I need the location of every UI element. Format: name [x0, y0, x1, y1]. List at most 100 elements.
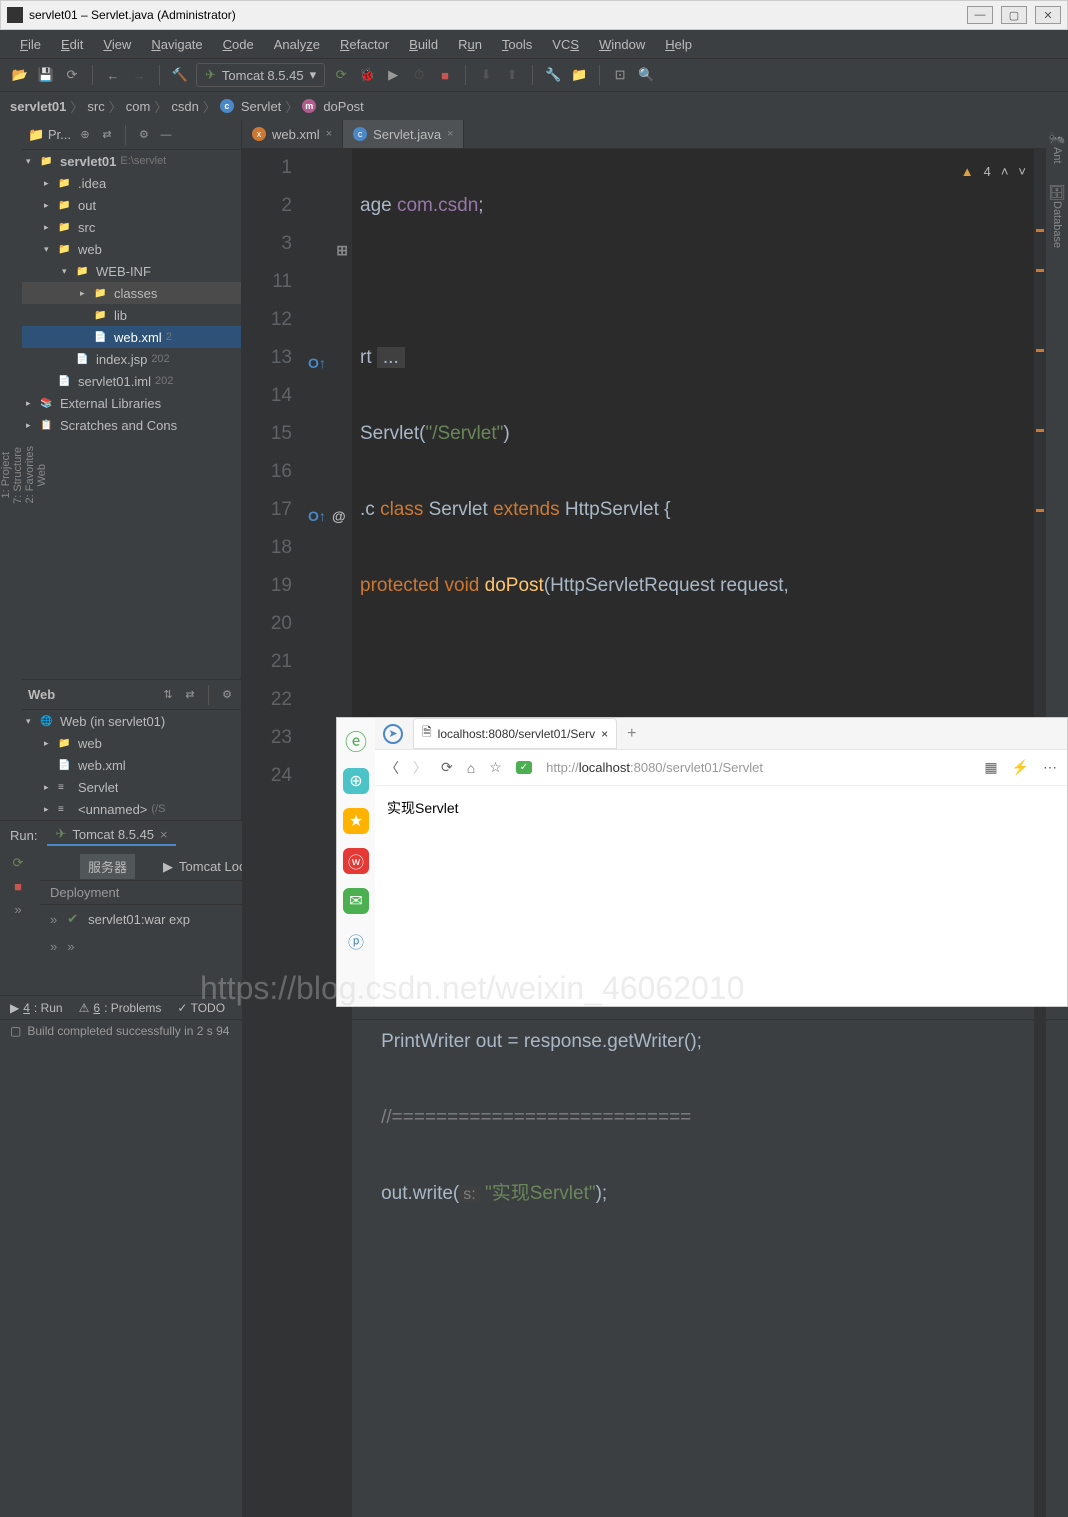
rail-project[interactable]: 1: Project	[0, 452, 12, 498]
rerun-icon[interactable]: ⟳	[13, 855, 24, 871]
chevron-down-icon[interactable]: ˅	[1018, 153, 1026, 191]
open-icon[interactable]: 📂	[10, 65, 30, 85]
editor-inspection[interactable]: ▲ 4 ˄ ˅	[961, 153, 1026, 191]
rail-ant[interactable]: Ant	[1051, 147, 1063, 164]
sync-icon[interactable]: ⟳	[62, 65, 82, 85]
expand-icon[interactable]: ⇄	[99, 127, 115, 143]
gear2-icon[interactable]: ⚙	[219, 687, 235, 703]
settings-icon[interactable]: 📁	[569, 65, 589, 85]
fold-expand-icon[interactable]: ⊞	[336, 231, 348, 269]
run-tab-server[interactable]: 服务器	[80, 854, 135, 879]
menu-refactor[interactable]: Refactor	[332, 34, 397, 55]
sidebar-app1-icon[interactable]: ⊕	[343, 768, 369, 794]
more-icon[interactable]: ⋯	[1043, 759, 1057, 776]
rail-favorites[interactable]: 2: Favorites	[24, 446, 36, 503]
override-icon[interactable]: O↑	[308, 497, 326, 535]
forward-icon[interactable]: 〉	[413, 758, 427, 778]
add-tab-button[interactable]: +	[627, 725, 636, 743]
tree-iml[interactable]: 📄 servlet01.iml 202	[22, 370, 241, 392]
bottom-problems[interactable]: ⚠ 6: Problems	[79, 1001, 162, 1015]
profiler-icon[interactable]: ⏱	[409, 65, 429, 85]
chevron-up-icon[interactable]: ˄	[1001, 153, 1009, 191]
tree-src[interactable]: ▸📁 src	[22, 216, 241, 238]
menu-edit[interactable]: Edit	[53, 34, 91, 55]
close-button[interactable]: ✕	[1035, 6, 1061, 24]
back-icon[interactable]: 〈	[385, 758, 399, 778]
stop-icon[interactable]: ■	[435, 65, 455, 85]
override-icon[interactable]: O↑	[308, 344, 326, 382]
tree-web[interactable]: ▾📁 web	[22, 238, 241, 260]
menu-window[interactable]: Window	[591, 34, 653, 55]
tree-project-root[interactable]: ▾📁 servlet01 E:\servlet	[22, 150, 241, 172]
menu-run[interactable]: Run	[450, 34, 490, 55]
bottom-run[interactable]: ▶ 4: Run	[10, 1001, 63, 1015]
star-icon[interactable]: ☆	[489, 759, 502, 776]
bottom-todo[interactable]: ✓ TODO	[177, 1001, 225, 1015]
web-tree-unnamed[interactable]: ▸≡ <unnamed> (/S	[22, 798, 241, 820]
home-icon[interactable]: ⌂	[467, 760, 475, 776]
run-config-selector[interactable]: ✈ Tomcat 8.5.45 ▾	[196, 63, 325, 87]
refresh-icon[interactable]: ⟳	[441, 759, 453, 776]
tree-webinf[interactable]: ▾📁 WEB-INF	[22, 260, 241, 282]
expand2-icon[interactable]: ⇄	[182, 687, 198, 703]
tree-webxml[interactable]: 📄 web.xml 2	[22, 326, 241, 348]
database-icon[interactable]: 🗄	[1048, 184, 1066, 201]
coverage-icon[interactable]: ▶	[383, 65, 403, 85]
tree-extlib[interactable]: ▸📚 External Libraries	[22, 392, 241, 414]
rail-structure[interactable]: 7: Structure	[12, 447, 24, 504]
presentation-icon[interactable]: ⊡	[610, 65, 630, 85]
close-icon[interactable]: ×	[160, 827, 168, 842]
qr-icon[interactable]: ▦	[984, 759, 997, 776]
bc-class[interactable]: Servlet	[241, 99, 281, 114]
sidebar-app2-icon[interactable]: ⓟ	[343, 928, 369, 954]
more-icon[interactable]: »	[14, 902, 21, 917]
close-icon[interactable]: ×	[601, 727, 608, 741]
close-icon[interactable]: ×	[326, 128, 332, 140]
rail-web[interactable]: Web	[36, 464, 48, 486]
project-tree[interactable]: ▾📁 servlet01 E:\servlet ▸📁 .idea ▸📁 out …	[22, 150, 241, 679]
hide-icon[interactable]: —	[158, 127, 174, 143]
web-tree-servlet[interactable]: ▸≡ Servlet	[22, 776, 241, 798]
sidebar-weibo-icon[interactable]: ⓦ	[343, 848, 369, 874]
tree-out[interactable]: ▸📁 out	[22, 194, 241, 216]
maximize-button[interactable]: ▢	[1001, 6, 1027, 24]
close-icon[interactable]: ×	[447, 128, 453, 140]
tree-idea[interactable]: ▸📁 .idea	[22, 172, 241, 194]
bc-project[interactable]: servlet01	[10, 99, 66, 114]
bc-method[interactable]: doPost	[323, 99, 363, 114]
sidebar-star-icon[interactable]: ★	[343, 808, 369, 834]
collapse-icon[interactable]: ⇅	[160, 687, 176, 703]
web-tree[interactable]: ▾🌐 Web (in servlet01) ▸📁 web 📄 web.xml ▸…	[22, 710, 241, 820]
url-input[interactable]: http://localhost:8080/servlet01/Servlet	[546, 760, 970, 775]
web-tree-webxml[interactable]: 📄 web.xml	[22, 754, 241, 776]
search-icon[interactable]: 🔍	[636, 65, 656, 85]
browser-logo-icon[interactable]: ⓔ	[343, 728, 369, 754]
tree-scratches[interactable]: ▸📋 Scratches and Cons	[22, 414, 241, 436]
lightning-icon[interactable]: ⚡	[1012, 759, 1029, 776]
sidebar-mail-icon[interactable]: ✉	[343, 888, 369, 914]
menu-view[interactable]: View	[95, 34, 139, 55]
run-icon[interactable]: ⟳	[331, 65, 351, 85]
tab-servlet[interactable]: c Servlet.java ×	[343, 120, 464, 148]
wrench-icon[interactable]: 🔧	[543, 65, 563, 85]
target-icon[interactable]: ⊕	[77, 127, 93, 143]
bc-com[interactable]: com	[126, 99, 151, 114]
stop-icon[interactable]: ■	[14, 879, 22, 894]
run-config-tab[interactable]: ✈ Tomcat 8.5.45 ×	[47, 824, 175, 846]
bc-csdn[interactable]: csdn	[171, 99, 198, 114]
menu-navigate[interactable]: Navigate	[143, 34, 210, 55]
ant-icon[interactable]: 🐜	[1048, 130, 1065, 147]
bc-src[interactable]: src	[87, 99, 104, 114]
rail-database[interactable]: Database	[1051, 201, 1063, 248]
menu-file[interactable]: File	[12, 34, 49, 55]
forward-icon[interactable]: →	[129, 65, 149, 85]
menu-analyze[interactable]: Analyze	[266, 34, 328, 55]
tab-webxml[interactable]: x web.xml ×	[242, 120, 343, 148]
debug-icon[interactable]: 🐞	[357, 65, 377, 85]
vcs-commit-icon[interactable]: ⬆	[502, 65, 522, 85]
build-icon[interactable]: 🔨	[170, 65, 190, 85]
minimize-button[interactable]: —	[967, 6, 993, 24]
save-icon[interactable]: 💾	[36, 65, 56, 85]
menu-code[interactable]: Code	[215, 34, 262, 55]
vcs-update-icon[interactable]: ⬇	[476, 65, 496, 85]
